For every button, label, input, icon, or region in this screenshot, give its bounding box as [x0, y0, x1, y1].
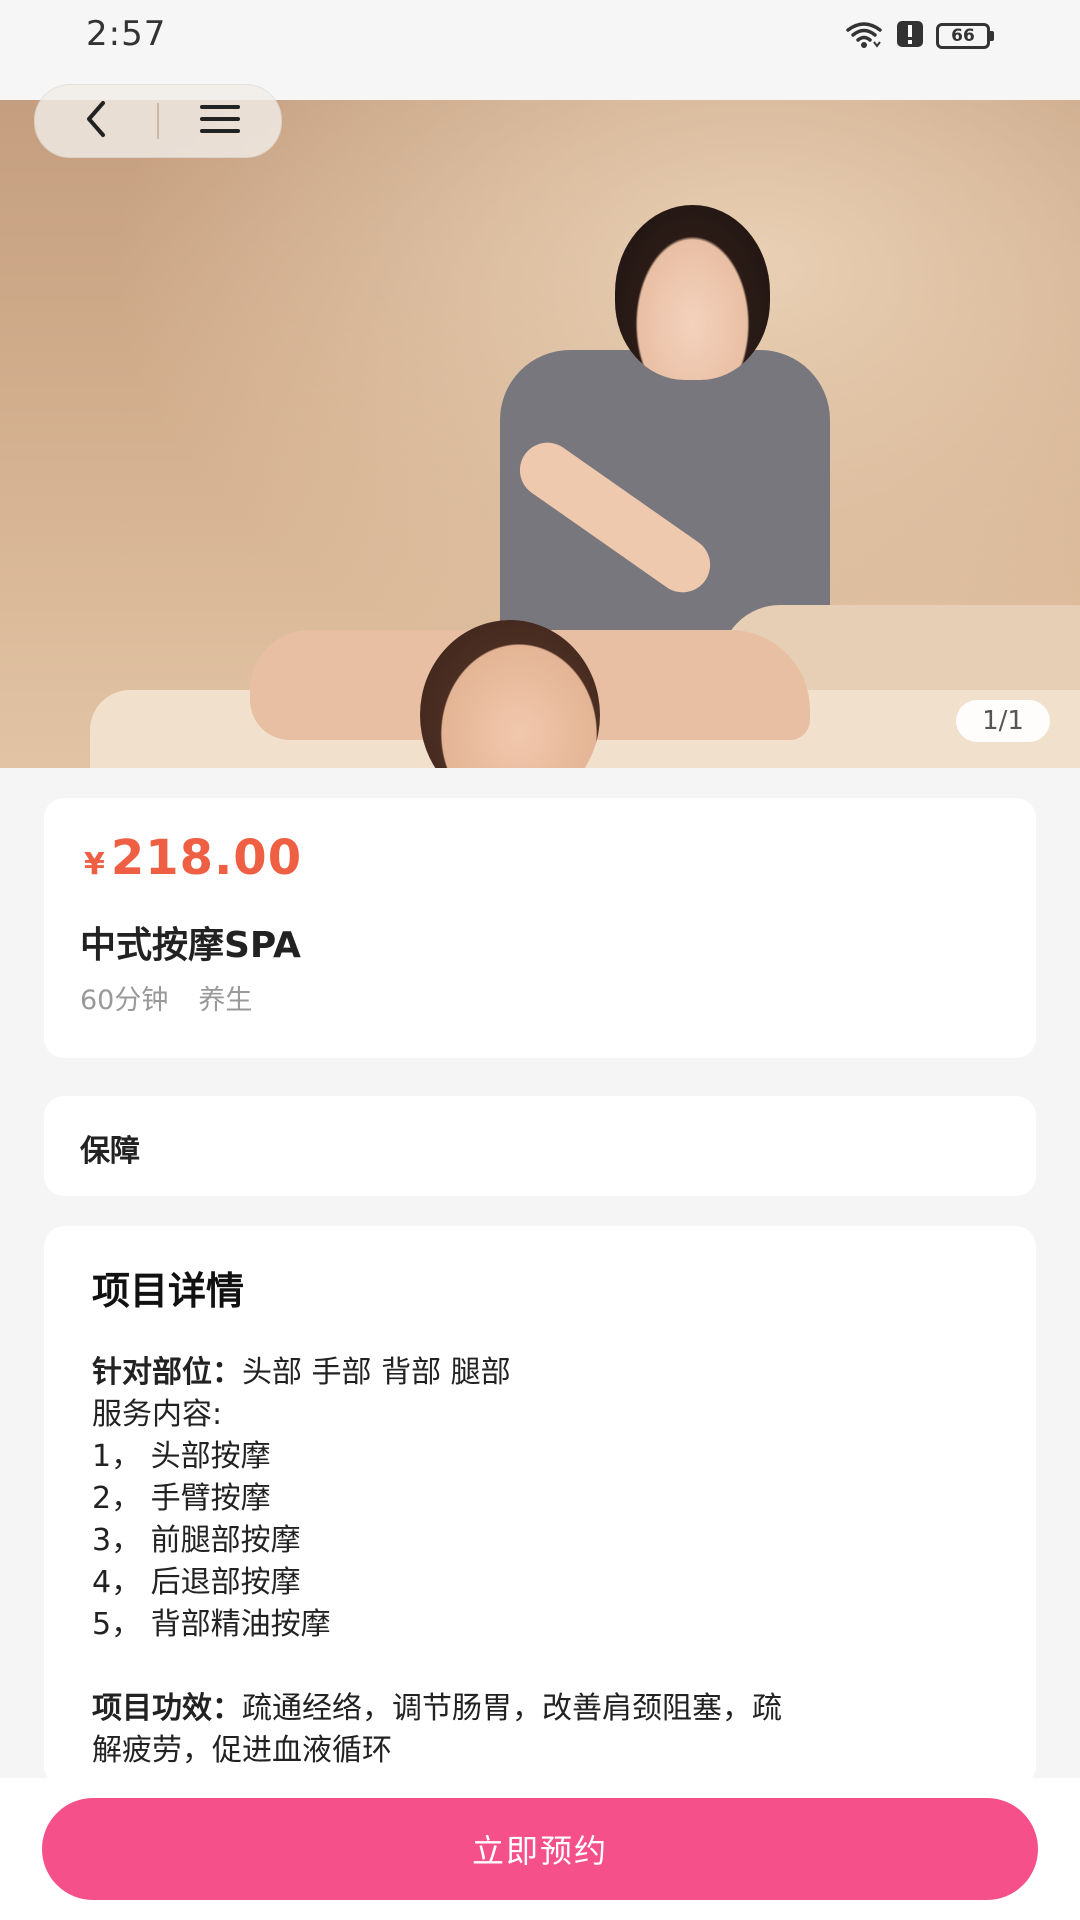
- category-tag: 养生: [198, 985, 253, 1016]
- effect-line: 项目功效：疏通经络，调节肠胃，改善肩颈阻塞，疏: [92, 1688, 1012, 1730]
- status-time: 2:57: [86, 14, 167, 54]
- nav-capsule: [34, 84, 282, 158]
- target-label: 针对部位：: [92, 1355, 242, 1390]
- content-item: 1， 头部按摩: [92, 1439, 271, 1474]
- menu-button[interactable]: [159, 85, 281, 157]
- content-item: 4， 后退部按摩: [92, 1565, 301, 1600]
- back-button[interactable]: [35, 85, 157, 157]
- currency-symbol: ¥: [84, 847, 105, 882]
- price-value: 218.00: [110, 830, 303, 886]
- detail-body: 针对部位：头部 手部 背部 腿部 服务内容: 1， 头部按摩 2， 手臂按摩 3…: [92, 1352, 1012, 1772]
- service-tags: 60分钟 养生: [80, 978, 252, 1017]
- status-icons: 66: [844, 18, 994, 54]
- duration-tag: 60分钟: [80, 985, 169, 1016]
- content-item: 2， 手臂按摩: [92, 1481, 271, 1516]
- service-title: 中式按摩SPA: [80, 925, 301, 966]
- price: ¥ 218.00: [84, 830, 302, 886]
- wifi-icon: [844, 18, 884, 54]
- target-line: 针对部位：头部 手部 背部 腿部: [92, 1352, 1012, 1394]
- detail-heading: 项目详情: [92, 1269, 245, 1313]
- battery-level: 66: [936, 23, 990, 49]
- bottom-bar: 立即预约: [0, 1778, 1080, 1920]
- chevron-left-icon: [81, 99, 111, 143]
- content-item: 5， 背部精油按摩: [92, 1607, 331, 1642]
- guarantee-row[interactable]: 保障: [44, 1096, 1036, 1196]
- detail-card: 项目详情 针对部位：头部 手部 背部 腿部 服务内容: 1， 头部按摩 2， 手…: [44, 1226, 1036, 1786]
- guarantee-label: 保障: [80, 1134, 140, 1169]
- hero-image[interactable]: [0, 100, 1080, 768]
- battery-icon: 66: [936, 23, 994, 49]
- effect-text: 疏通经络，调节肠胃，改善肩颈阻塞，疏: [242, 1691, 782, 1726]
- book-now-button[interactable]: 立即预约: [42, 1798, 1038, 1900]
- content-label: 服务内容:: [92, 1397, 223, 1432]
- menu-icon: [198, 101, 242, 141]
- content-item: 3， 前腿部按摩: [92, 1523, 301, 1558]
- image-counter: 1/1: [956, 700, 1050, 742]
- effect-label: 项目功效：: [92, 1691, 242, 1726]
- price-card: ¥ 218.00 中式按摩SPA 60分钟 养生: [44, 798, 1036, 1058]
- alert-icon: [896, 20, 924, 52]
- effect-text-continued: 解疲劳，促进血液循环: [92, 1733, 392, 1768]
- target-value: 头部 手部 背部 腿部: [242, 1355, 511, 1390]
